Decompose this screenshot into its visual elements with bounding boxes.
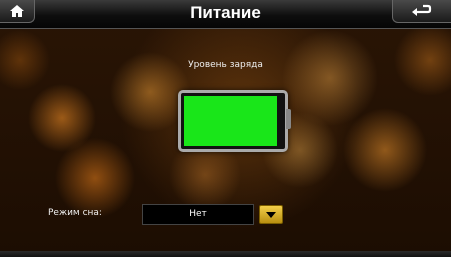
chevron-down-icon xyxy=(266,211,276,218)
battery-fill xyxy=(184,96,277,146)
sleep-mode-dropdown-button[interactable] xyxy=(259,205,283,224)
battery-indicator xyxy=(178,90,288,152)
sleep-mode-label: Режим сна: xyxy=(48,208,102,218)
sleep-mode-select[interactable]: Нет xyxy=(142,204,254,225)
battery-terminal xyxy=(286,109,291,129)
page-title: Питание xyxy=(190,3,261,22)
power-screen: Питание Уровень заряда Режим сна: Нет xyxy=(0,0,451,257)
back-arrow-icon xyxy=(412,4,432,16)
back-button[interactable] xyxy=(392,0,451,23)
title-bar: Питание xyxy=(0,0,451,29)
battery-level-label: Уровень заряда xyxy=(188,60,263,70)
bottom-bar xyxy=(0,251,451,257)
